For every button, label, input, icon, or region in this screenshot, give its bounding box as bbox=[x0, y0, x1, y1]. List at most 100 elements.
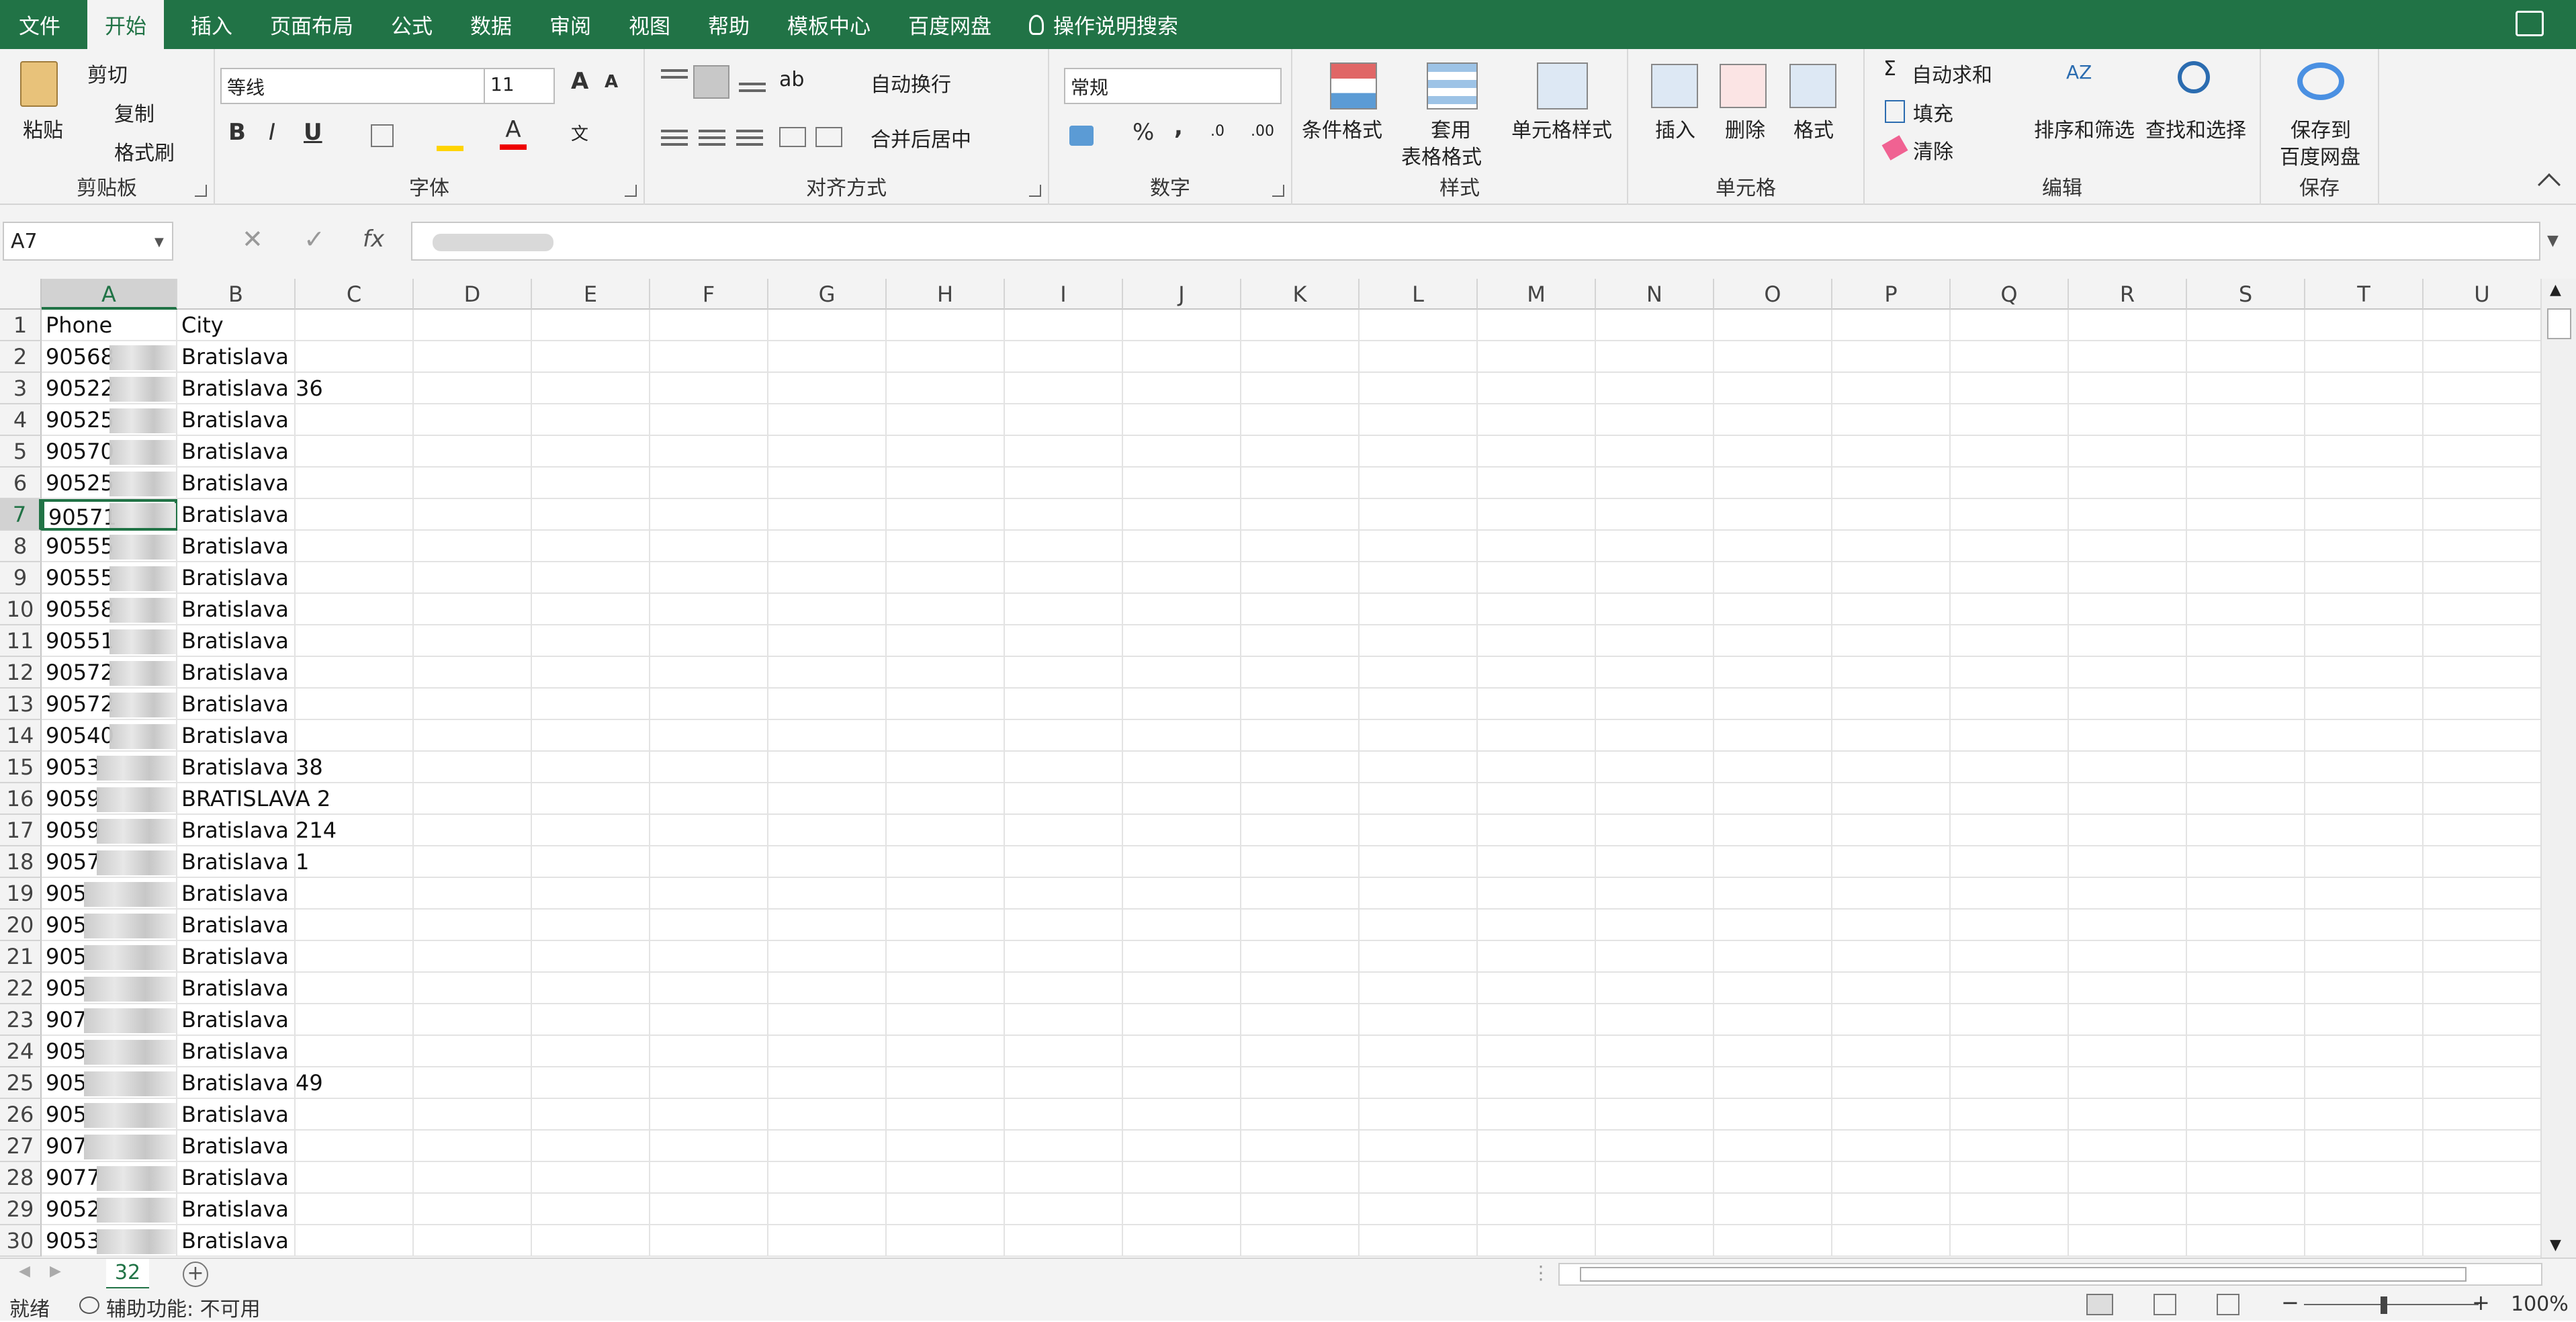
tell-me-search[interactable]: 操作说明搜索 bbox=[1010, 0, 1197, 49]
empty-cell[interactable] bbox=[768, 1194, 887, 1225]
empty-cell[interactable] bbox=[2069, 783, 2187, 815]
empty-cell[interactable] bbox=[887, 689, 1005, 720]
empty-cell[interactable] bbox=[414, 973, 532, 1004]
format-as-table-line1[interactable]: 套用 bbox=[1431, 114, 1471, 143]
align-bottom-icon[interactable] bbox=[739, 83, 766, 85]
empty-cell[interactable] bbox=[2424, 752, 2542, 783]
empty-cell[interactable] bbox=[887, 657, 1005, 689]
empty-cell[interactable] bbox=[2424, 404, 2542, 436]
empty-cell[interactable] bbox=[1360, 1004, 1478, 1036]
menu-tab-4[interactable]: 公式 bbox=[372, 0, 451, 49]
city-cell[interactable]: Bratislava bbox=[177, 1131, 296, 1162]
row-header[interactable]: 30 bbox=[0, 1225, 42, 1257]
empty-cell[interactable] bbox=[1596, 941, 1714, 973]
empty-cell[interactable] bbox=[532, 783, 650, 815]
empty-cell[interactable] bbox=[414, 373, 532, 404]
empty-cell[interactable] bbox=[887, 1099, 1005, 1131]
row-header[interactable]: 5 bbox=[0, 436, 42, 468]
empty-cell[interactable] bbox=[414, 625, 532, 657]
city-cell[interactable]: Bratislava bbox=[177, 404, 296, 436]
empty-cell[interactable] bbox=[650, 752, 768, 783]
empty-cell[interactable] bbox=[1123, 941, 1241, 973]
empty-cell[interactable] bbox=[2305, 594, 2424, 625]
empty-cell[interactable] bbox=[1832, 657, 1951, 689]
empty-cell[interactable] bbox=[1832, 720, 1951, 752]
empty-cell[interactable] bbox=[1951, 1004, 2069, 1036]
empty-cell[interactable] bbox=[1241, 373, 1360, 404]
empty-cell[interactable] bbox=[2069, 436, 2187, 468]
empty-cell[interactable] bbox=[2305, 373, 2424, 404]
empty-cell[interactable] bbox=[1241, 499, 1360, 531]
empty-cell[interactable] bbox=[414, 846, 532, 878]
empty-cell[interactable] bbox=[2187, 1162, 2305, 1194]
empty-cell[interactable] bbox=[2187, 941, 2305, 973]
empty-cell[interactable] bbox=[1832, 1099, 1951, 1131]
bold-button[interactable]: B bbox=[228, 119, 246, 146]
empty-cell[interactable] bbox=[2069, 1036, 2187, 1067]
empty-cell[interactable] bbox=[887, 594, 1005, 625]
empty-cell[interactable] bbox=[2069, 973, 2187, 1004]
decrease-decimal-icon[interactable]: .00 bbox=[1251, 123, 1274, 140]
empty-cell[interactable] bbox=[2069, 562, 2187, 594]
empty-cell[interactable] bbox=[296, 846, 414, 878]
empty-cell[interactable] bbox=[2424, 878, 2542, 910]
empty-cell[interactable] bbox=[1714, 657, 1832, 689]
empty-cell[interactable] bbox=[2424, 1004, 2542, 1036]
empty-cell[interactable] bbox=[296, 499, 414, 531]
empty-cell[interactable] bbox=[650, 1131, 768, 1162]
empty-cell[interactable] bbox=[2187, 783, 2305, 815]
empty-cell[interactable] bbox=[768, 1036, 887, 1067]
empty-cell[interactable] bbox=[2069, 531, 2187, 562]
column-header-B[interactable]: B bbox=[177, 279, 296, 310]
empty-cell[interactable] bbox=[2187, 973, 2305, 1004]
empty-cell[interactable] bbox=[1005, 594, 1123, 625]
empty-cell[interactable] bbox=[1714, 594, 1832, 625]
empty-cell[interactable] bbox=[2424, 689, 2542, 720]
empty-cell[interactable] bbox=[1005, 910, 1123, 941]
empty-cell[interactable] bbox=[296, 657, 414, 689]
empty-cell[interactable] bbox=[650, 468, 768, 499]
border-icon[interactable] bbox=[371, 124, 394, 147]
format-cells-button[interactable]: 格式 bbox=[1793, 114, 1834, 143]
empty-cell[interactable] bbox=[1005, 878, 1123, 910]
row-header[interactable]: 25 bbox=[0, 1067, 42, 1099]
empty-cell[interactable] bbox=[414, 1036, 532, 1067]
empty-cell[interactable] bbox=[1951, 720, 2069, 752]
collapse-ribbon-icon[interactable] bbox=[2538, 173, 2561, 196]
empty-cell[interactable] bbox=[2187, 562, 2305, 594]
empty-cell[interactable] bbox=[296, 973, 414, 1004]
empty-cell[interactable] bbox=[1951, 1036, 2069, 1067]
font-name-select[interactable]: 等线 bbox=[220, 68, 485, 104]
empty-cell[interactable] bbox=[2187, 752, 2305, 783]
empty-cell[interactable] bbox=[1005, 1162, 1123, 1194]
insert-cells-icon[interactable] bbox=[1651, 64, 1698, 108]
empty-cell[interactable] bbox=[1714, 468, 1832, 499]
empty-cell[interactable] bbox=[1832, 752, 1951, 783]
empty-cell[interactable] bbox=[650, 878, 768, 910]
column-header-H[interactable]: H bbox=[887, 279, 1005, 310]
empty-cell[interactable] bbox=[1478, 1099, 1596, 1131]
empty-cell[interactable] bbox=[650, 531, 768, 562]
empty-cell[interactable] bbox=[1241, 404, 1360, 436]
empty-cell[interactable] bbox=[650, 783, 768, 815]
empty-cell[interactable] bbox=[296, 1099, 414, 1131]
empty-cell[interactable] bbox=[532, 815, 650, 846]
empty-cell[interactable] bbox=[2305, 1067, 2424, 1099]
find-select-button[interactable]: 查找和选择 bbox=[2145, 114, 2246, 143]
empty-cell[interactable] bbox=[650, 499, 768, 531]
empty-cell[interactable] bbox=[887, 1067, 1005, 1099]
worksheet-grid[interactable]: ABCDEFGHIJKLMNOPQRSTU 1 Phone City 2 90568 Br… bbox=[0, 279, 2576, 1258]
empty-cell[interactable] bbox=[1241, 689, 1360, 720]
empty-cell[interactable] bbox=[1241, 436, 1360, 468]
empty-cell[interactable] bbox=[2305, 625, 2424, 657]
empty-cell[interactable] bbox=[887, 1004, 1005, 1036]
empty-cell[interactable] bbox=[1951, 436, 2069, 468]
empty-cell[interactable] bbox=[1005, 1004, 1123, 1036]
empty-cell[interactable] bbox=[414, 436, 532, 468]
empty-cell[interactable] bbox=[1360, 562, 1478, 594]
empty-cell[interactable] bbox=[2069, 878, 2187, 910]
empty-cell[interactable] bbox=[532, 878, 650, 910]
empty-cell[interactable] bbox=[1123, 1004, 1241, 1036]
empty-cell[interactable] bbox=[1478, 878, 1596, 910]
empty-cell[interactable] bbox=[296, 468, 414, 499]
